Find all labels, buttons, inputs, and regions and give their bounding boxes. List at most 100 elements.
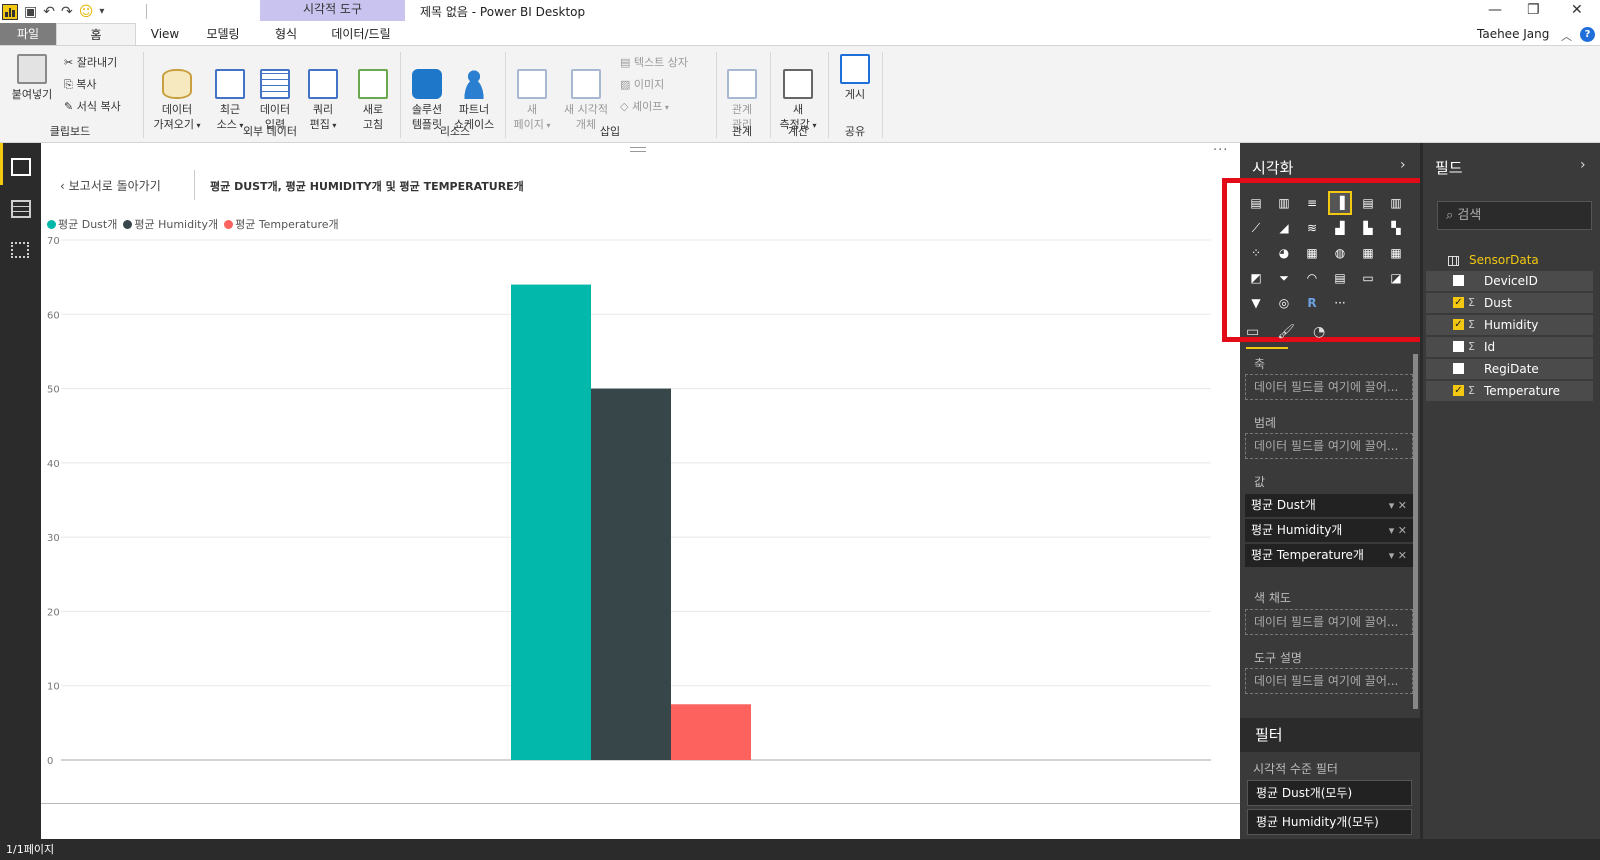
smiley-feedback-icon[interactable]: ☺	[79, 4, 94, 20]
field-checkbox[interactable]: ✓	[1453, 319, 1464, 330]
copy-button[interactable]: ⎘ 복사	[64, 76, 97, 92]
save-icon[interactable]: ▣	[24, 4, 37, 20]
collapse-fields-icon[interactable]: ›	[1580, 157, 1586, 173]
data-view-icon[interactable]	[11, 200, 31, 218]
filter-dust[interactable]: 평균 Dust개(모두)	[1247, 780, 1412, 806]
field-row-dust[interactable]: ✓ Σ Dust	[1426, 293, 1593, 313]
publish-button[interactable]: 게시	[835, 54, 875, 102]
scissors-icon: ✂	[64, 56, 77, 69]
field-checkbox[interactable]	[1453, 275, 1464, 286]
customize-toolbar-icon[interactable]: ▾	[99, 4, 104, 20]
tab-modeling[interactable]: 모델링	[198, 23, 248, 45]
y-tick-label: 0	[47, 756, 53, 767]
search-icon: ⌕	[1446, 208, 1458, 223]
collapse-viz-icon[interactable]: ›	[1400, 157, 1406, 173]
solution-templates-button[interactable]: 솔루션 템플릿	[404, 54, 450, 132]
more-options-icon[interactable]: ···	[1213, 143, 1228, 158]
restore-icon[interactable]: ❐	[1527, 2, 1540, 18]
recent-sources-icon	[215, 69, 245, 99]
ribbon-tabs: 파일 홈 View 모델링 형식 데이터/드릴	[0, 23, 1600, 45]
fields-search-input[interactable]: ⌕ 검색	[1437, 201, 1592, 230]
title-bar	[0, 0, 1600, 23]
bar-chart[interactable]: 0 10 20 30 40 50 60 70	[41, 230, 1240, 810]
legend-dot	[47, 219, 56, 229]
field-row-id[interactable]: Σ Id	[1426, 337, 1593, 357]
new-page-icon	[517, 69, 547, 99]
back-to-report-button[interactable]: ‹ 보고서로 돌아가기	[60, 177, 161, 194]
tab-file[interactable]: 파일	[0, 23, 56, 45]
highlight-annotation-box	[1222, 178, 1435, 342]
table-name[interactable]: SensorData	[1469, 253, 1539, 267]
partner-showcase-button[interactable]: 파트너 쇼케이스	[450, 54, 498, 132]
enter-data-button[interactable]: 데이터 입력	[253, 54, 297, 132]
active-view-indicator	[0, 143, 3, 185]
field-row-temperature[interactable]: ✓ Σ Temperature	[1426, 381, 1593, 401]
relationships-icon	[727, 69, 757, 99]
saturation-drop-zone[interactable]: 데이터 필드를 여기에 끌어...	[1245, 609, 1413, 635]
recent-sources-button[interactable]: 최근 소스 ▾	[208, 54, 252, 133]
field-name: Id	[1484, 340, 1496, 354]
edit-queries-button[interactable]: 쿼리 편집 ▾	[301, 54, 345, 133]
new-visual-button[interactable]: 새 시각적 개체	[557, 54, 615, 132]
field-row-deviceid[interactable]: DeviceID	[1426, 271, 1593, 291]
minimize-icon[interactable]: —	[1488, 2, 1502, 18]
redo-icon[interactable]: ↷	[61, 4, 73, 20]
close-icon[interactable]: ✕	[1571, 2, 1583, 18]
y-tick-label: 60	[47, 310, 60, 321]
get-data-button[interactable]: 데이터 가져오기 ▾	[148, 54, 206, 133]
table-icon	[260, 69, 290, 99]
field-checkbox[interactable]: ✓	[1453, 385, 1464, 396]
field-checkbox[interactable]: ✓	[1453, 297, 1464, 308]
manage-relationships-button[interactable]: 관계 관리	[722, 54, 762, 132]
dropdown-remove-icon[interactable]: ▾ ✕	[1389, 519, 1407, 542]
shapes-button[interactable]: ◇ 셰이프 ▾	[620, 98, 669, 114]
field-name: Temperature	[1484, 384, 1561, 398]
field-checkbox[interactable]	[1453, 341, 1464, 352]
cut-button[interactable]: ✂ 잘라내기	[64, 54, 117, 70]
tab-data-drill[interactable]: 데이터/드릴	[322, 23, 400, 45]
legend-drop-zone[interactable]: 데이터 필드를 여기에 끌어...	[1245, 433, 1413, 459]
dropdown-remove-icon[interactable]: ▾ ✕	[1389, 494, 1407, 517]
undo-icon[interactable]: ↶	[43, 4, 55, 20]
viz-scrollbar[interactable]	[1413, 354, 1418, 709]
tab-view[interactable]: View	[145, 23, 185, 45]
filter-humidity[interactable]: 평균 Humidity개(모두)	[1247, 809, 1412, 835]
format-tab-icon[interactable]: 🖌	[1277, 324, 1295, 340]
refresh-button[interactable]: 새로 고침	[352, 54, 394, 132]
tab-home[interactable]: 홈	[56, 23, 136, 45]
bar-2[interactable]	[671, 704, 751, 760]
report-view-icon[interactable]	[11, 158, 31, 176]
new-measure-button[interactable]: 새 측정값 ▾	[774, 54, 822, 133]
image-button[interactable]: ▨ 이미지	[620, 76, 664, 92]
bar-chart-icon	[571, 69, 601, 99]
tab-format[interactable]: 형식	[260, 23, 312, 45]
value-field-temperature[interactable]: 평균 Temperature개 ▾ ✕	[1245, 544, 1413, 567]
page-status: 1/1페이지	[0, 839, 1600, 860]
axis-drop-zone[interactable]: 데이터 필드를 여기에 끌어...	[1245, 374, 1413, 400]
new-page-button[interactable]: 새 페이지 ▾	[510, 54, 554, 133]
value-field-humidity[interactable]: 평균 Humidity개 ▾ ✕	[1245, 519, 1413, 542]
axis-well-label: 축	[1254, 357, 1266, 371]
dropdown-remove-icon[interactable]: ▾ ✕	[1389, 544, 1407, 567]
powerbi-logo-icon	[2, 3, 18, 20]
tooltip-drop-zone[interactable]: 데이터 필드를 여기에 끌어...	[1245, 668, 1413, 694]
field-row-humidity[interactable]: ✓ Σ Humidity	[1426, 315, 1593, 335]
y-tick-label: 10	[47, 682, 60, 693]
field-row-regidate[interactable]: RegiDate	[1426, 359, 1593, 379]
bar-1[interactable]	[591, 388, 671, 760]
analytics-tab-icon[interactable]: ◔	[1313, 324, 1325, 340]
text-box-button[interactable]: ▤ 텍스트 상자	[620, 54, 688, 70]
chart-title: 평균 DUST개, 평균 HUMIDITY개 및 평균 TEMPERATURE개	[210, 180, 524, 193]
format-painter-button[interactable]: ✎ 서식 복사	[64, 98, 121, 114]
fields-tab-icon[interactable]: ▭	[1246, 324, 1259, 340]
bar-0[interactable]	[511, 284, 591, 760]
resize-grip-icon[interactable]	[630, 147, 646, 152]
toolbar-divider	[146, 4, 147, 19]
field-checkbox[interactable]	[1453, 363, 1464, 374]
refresh-icon	[358, 69, 388, 99]
paste-button[interactable]: 붙여넣기	[6, 54, 58, 102]
value-field-dust[interactable]: 평균 Dust개 ▾ ✕	[1245, 494, 1413, 517]
group-label-external-data: 외부 데이터	[242, 125, 298, 138]
relationships-view-icon[interactable]	[11, 242, 29, 258]
group-label-share: 공유	[844, 125, 866, 138]
